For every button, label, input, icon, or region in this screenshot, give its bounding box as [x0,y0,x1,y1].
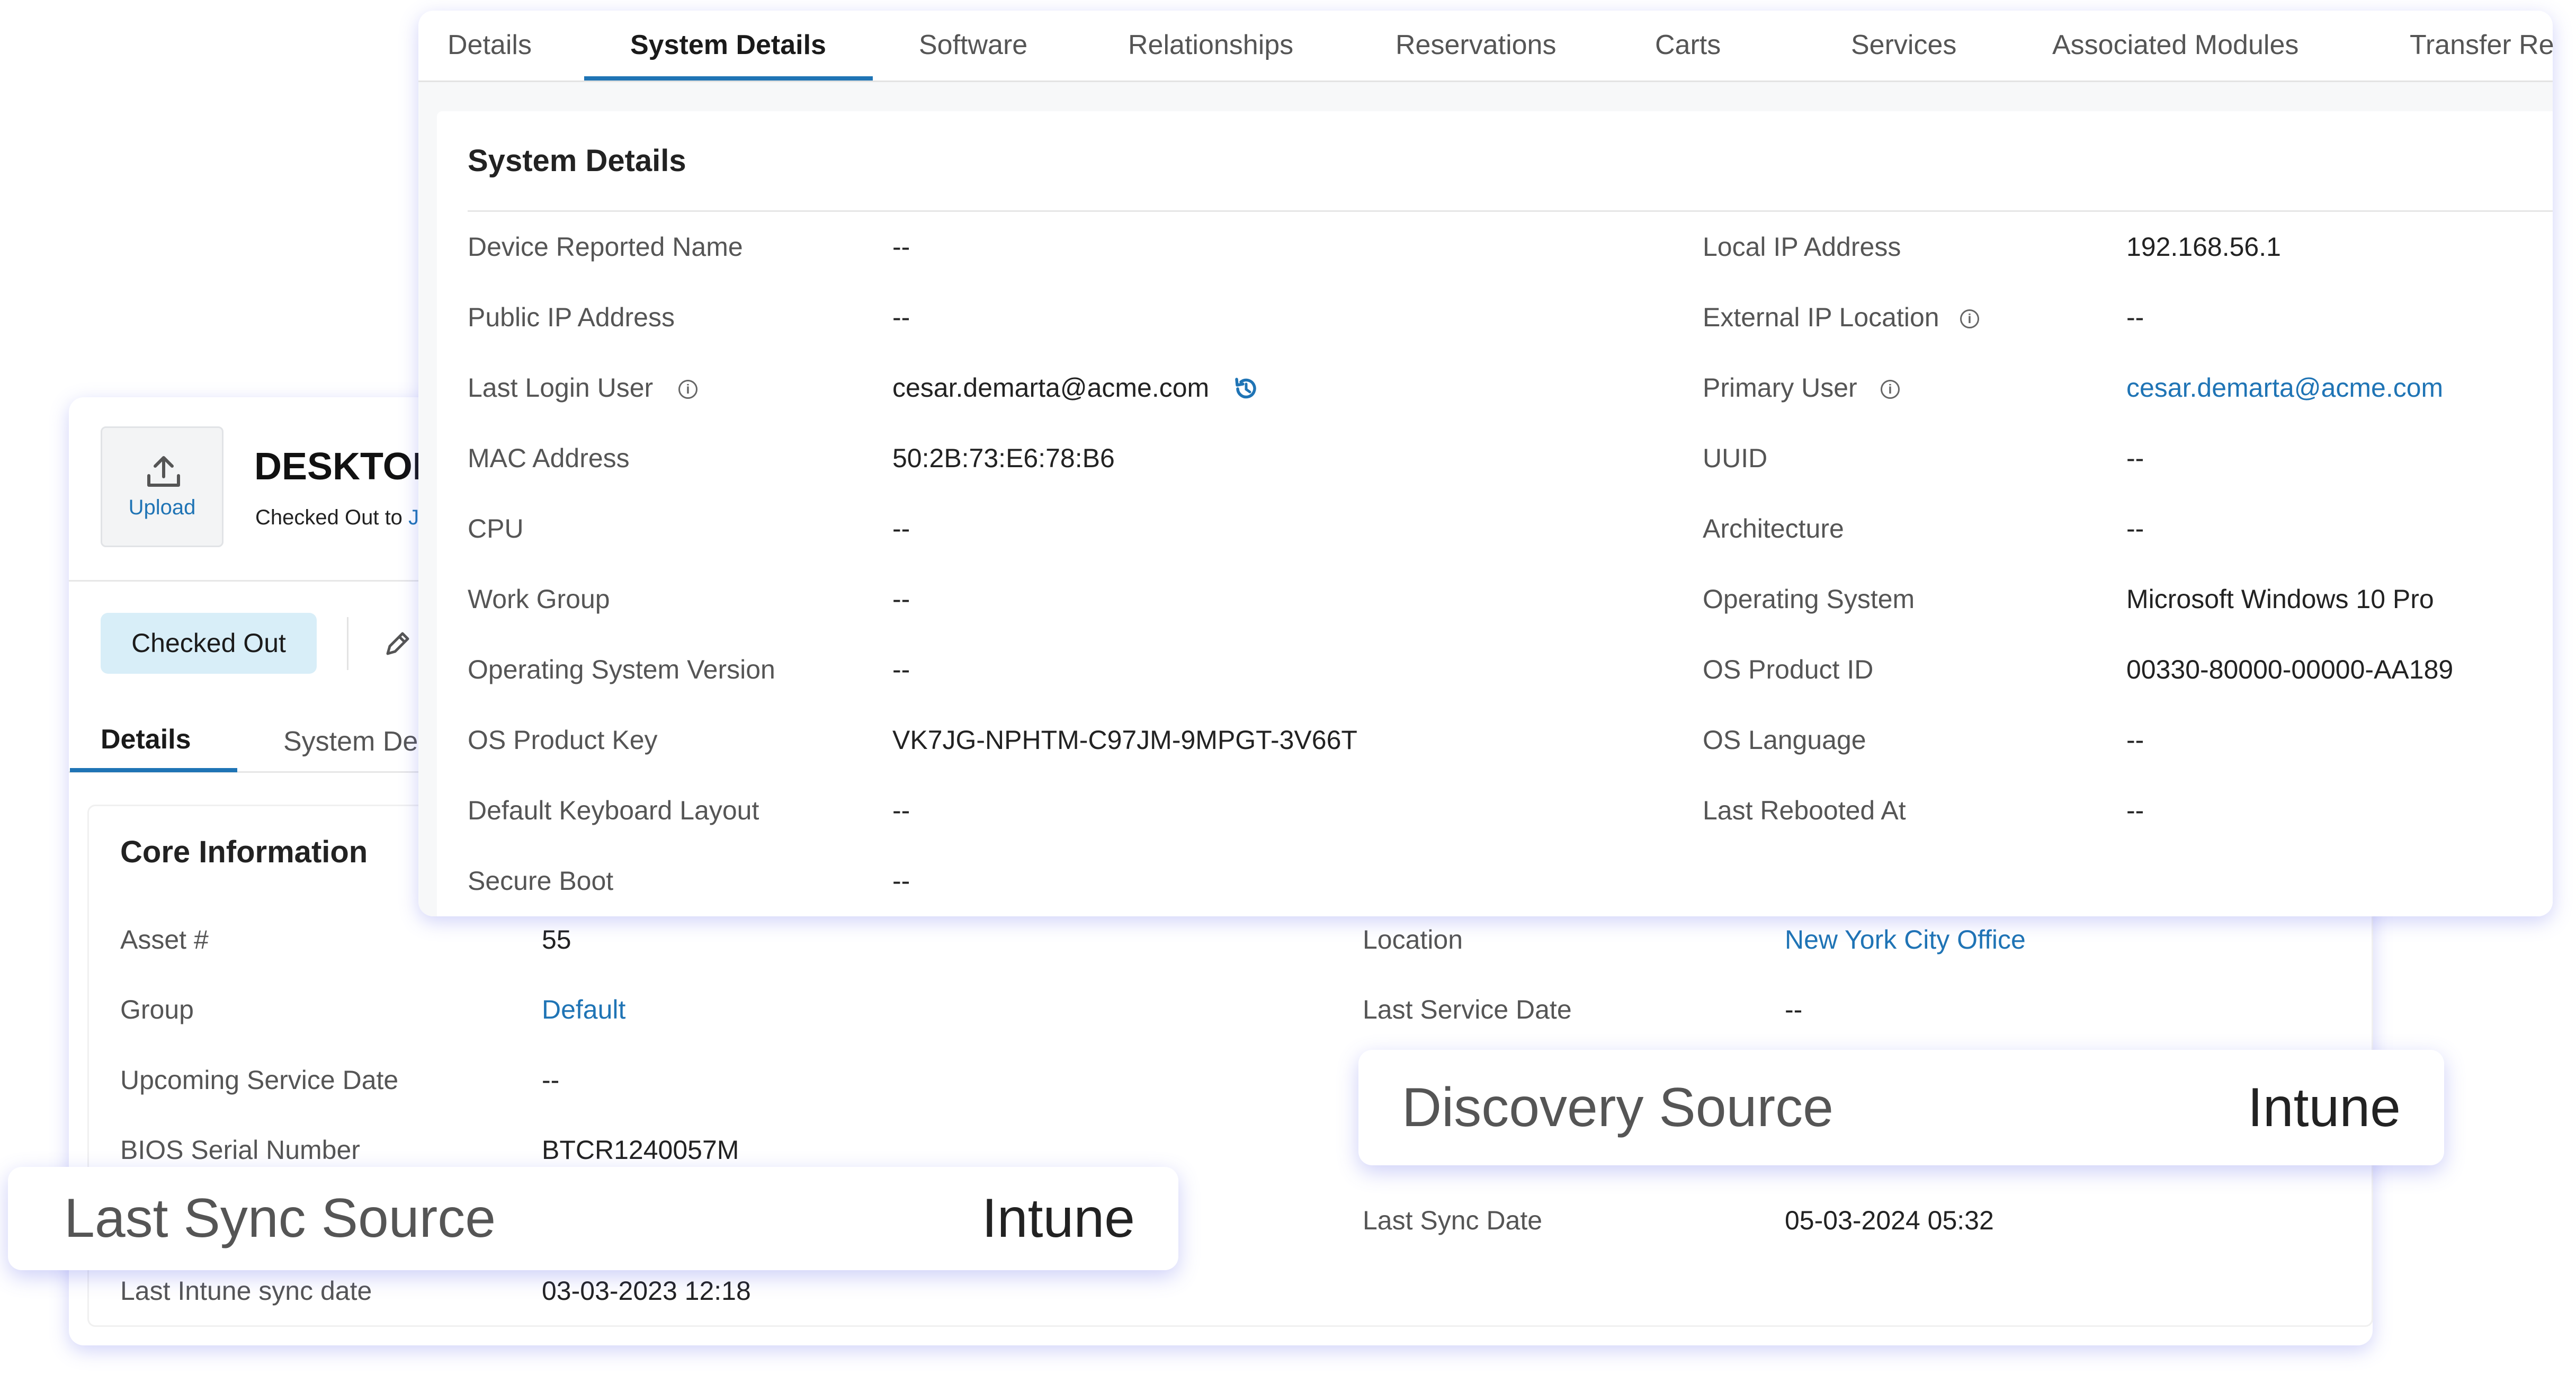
location-link[interactable]: New York City Office [1785,924,2026,955]
core-field-label: Upcoming Service Date [120,1065,399,1095]
system-details-title: System Details [468,144,686,178]
core-field-value: -- [1785,995,1803,1024]
toolbar-divider [347,617,348,670]
system-field-label: Operating System Version [468,655,775,684]
system-field-value: VK7JG-NPHTM-C97JM-9MPGT-3V66T [892,725,1357,755]
system-field-label: Default Keyboard Layout [468,796,759,825]
system-field-value: -- [892,514,910,543]
status-badge[interactable]: Checked Out [101,613,317,674]
core-field-value: 03-03-2023 12:18 [542,1276,751,1306]
system-tab-6[interactable]: Carts [1655,29,1721,61]
core-field-value: 05-03-2024 05:32 [1785,1206,1994,1235]
pencil-icon[interactable] [382,629,412,659]
info-icon[interactable]: i [1960,309,1979,328]
upload-label: Upload [128,496,196,519]
last-sync-source-callout: Last Sync Source Intune [8,1167,1178,1270]
system-field-label: Last Login User [468,373,654,403]
system-field-label: Secure Boot [468,866,614,896]
core-information-title: Core Information [120,835,368,869]
system-field-label: MAC Address [468,443,630,473]
system-field-value: 00330-80000-00000-AA189 [2126,655,2454,684]
system-field-label: OS Product ID [1703,655,1874,684]
system-field-label: CPU [468,514,524,543]
core-field-label: Last Service Date [1363,995,1572,1024]
system-field-value: -- [2126,796,2144,825]
system-field-value: -- [892,655,910,684]
system-field-label: Work Group [468,584,610,614]
system-field-value: -- [892,302,910,332]
last-sync-source-value: Intune [981,1188,1135,1249]
system-field-value: -- [892,866,910,896]
system-field-label: Operating System [1703,584,1915,614]
info-icon[interactable]: i [1881,380,1900,399]
asset-tab-active-indicator [70,768,237,772]
asset-tab-system-details[interactable]: System De [283,726,418,757]
system-title-divider [468,210,2553,212]
system-tab-1[interactable]: Details [448,29,532,61]
checked-out-text: Checked Out to [255,506,402,529]
last-sync-source-label: Last Sync Source [64,1188,496,1249]
system-field-value: -- [2126,514,2144,543]
core-field-label: Asset # [120,925,209,954]
header-divider [69,580,429,582]
system-field-value: -- [892,232,910,262]
discovery-source-value: Intune [2247,1077,2401,1138]
upload-icon [147,456,180,487]
system-field-value: -- [2126,302,2144,332]
core-field-label: Group [120,995,194,1024]
discovery-source-label: Discovery Source [1402,1077,1833,1138]
system-tab-active-indicator [584,76,873,81]
system-field-label: UUID [1703,443,1768,473]
system-tab-5[interactable]: Reservations [1396,29,1556,61]
system-field-label: Public IP Address [468,302,675,332]
system-tab-7[interactable]: Services [1851,29,1956,61]
primary-user-link[interactable]: cesar.demarta@acme.com [2126,372,2443,403]
asset-tab-details[interactable]: Details [101,724,191,755]
system-field-label: External IP Location [1703,302,1939,332]
system-field-value: 50:2B:73:E6:78:B6 [892,443,1115,473]
system-field-label: OS Language [1703,725,1866,755]
group-link[interactable]: Default [542,994,625,1025]
system-field-label: Last Rebooted At [1703,796,1906,825]
system-field-label: Architecture [1703,514,1844,543]
system-tab-8[interactable]: Associated Modules [2052,29,2298,61]
system-tab-2[interactable]: System Details [630,29,826,61]
core-field-value: -- [542,1065,560,1095]
system-field-label: OS Product Key [468,725,658,755]
system-field-value: Microsoft Windows 10 Pro [2126,584,2434,614]
asset-title: DESKTOP [254,445,438,488]
upload-button[interactable]: Upload [101,426,223,547]
core-field-label: Last Sync Date [1363,1206,1543,1235]
system-field-value: 192.168.56.1 [2126,232,2281,262]
system-tab-4[interactable]: Relationships [1128,29,1293,61]
system-tab-3[interactable]: Software [919,29,1027,61]
system-field-value: cesar.demarta@acme.com [892,373,1210,403]
history-icon[interactable] [1231,374,1261,404]
core-field-value: 55 [542,925,571,954]
checked-out-line: Checked Out to J [255,506,419,530]
system-field-label: Local IP Address [1703,232,1901,262]
status-badge-label: Checked Out [131,628,286,658]
system-field-value: -- [2126,443,2144,473]
system-field-value: -- [892,584,910,614]
system-field-value: -- [892,796,910,825]
core-field-label: Location [1363,925,1463,954]
discovery-source-callout: Discovery Source Intune [1358,1050,2444,1165]
system-field-label: Primary User [1703,373,1857,403]
core-field-label: Last Intune sync date [120,1276,372,1306]
checked-out-user-link[interactable]: J [408,506,419,529]
core-field-label: BIOS Serial Number [120,1135,360,1165]
system-field-label: Device Reported Name [468,232,743,262]
info-icon[interactable]: i [678,380,697,399]
system-tab-9[interactable]: Transfer Re [2410,29,2554,61]
core-field-value: BTCR1240057M [542,1135,739,1165]
system-field-value: -- [2126,725,2144,755]
